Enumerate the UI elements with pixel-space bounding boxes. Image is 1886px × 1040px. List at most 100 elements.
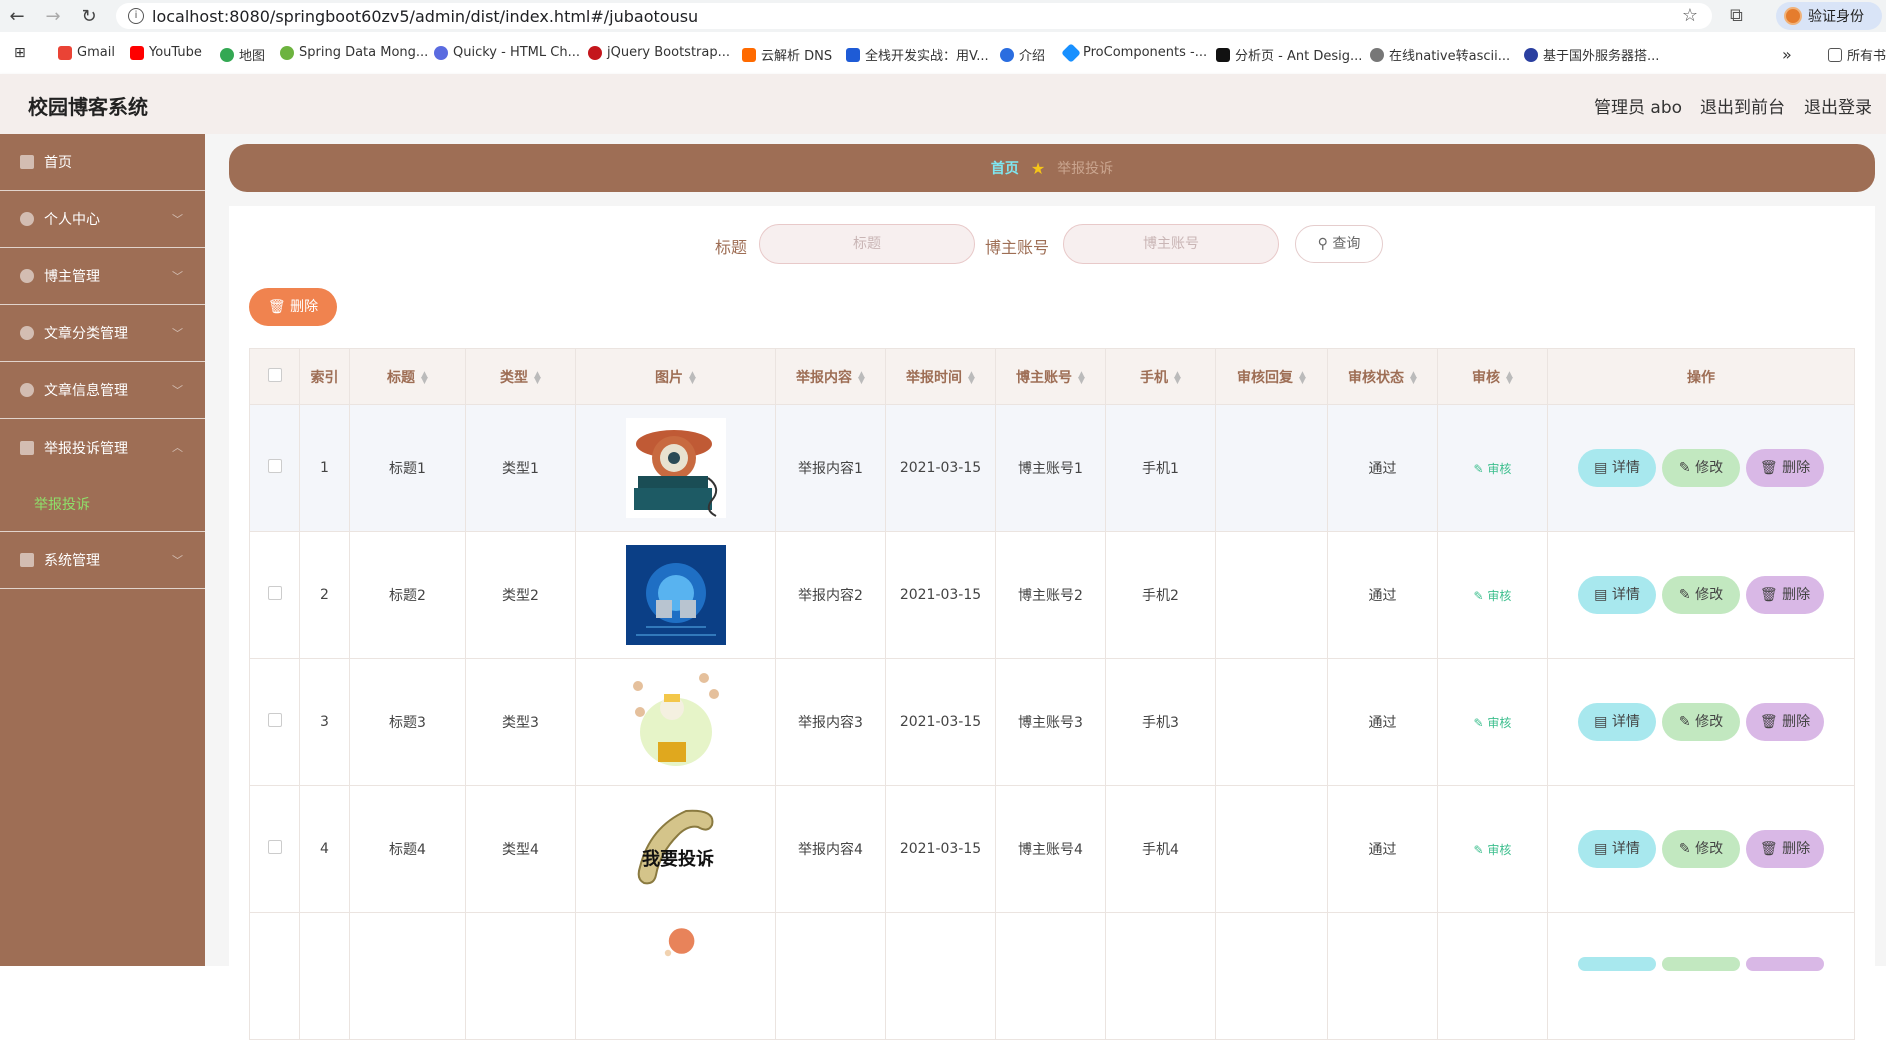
address-bar[interactable]: i localhost:8080/springboot60zv5/admin/d…	[116, 3, 1712, 29]
edit-button[interactable]: ✎ 修改	[1662, 830, 1740, 868]
apps-grid-icon[interactable]: ⊞	[14, 45, 26, 61]
cell-content: 举报内容1	[775, 404, 886, 532]
sidebar-item-home[interactable]: 首页	[0, 134, 205, 191]
cell-index: 4	[299, 785, 350, 913]
sort-icon[interactable]: ▲ ▼	[1299, 370, 1306, 385]
batch-delete-button[interactable]: 🗑 删除	[249, 288, 337, 326]
sidebar-item-article-info[interactable]: 文章信息管理 ﹀	[0, 362, 205, 419]
back-icon[interactable]: ←	[2, 1, 32, 31]
bookmark-item[interactable]: 介绍	[1000, 45, 1045, 64]
cell-audit	[1437, 912, 1548, 1040]
cell-time: 2021-03-15	[885, 785, 996, 913]
col-image[interactable]: 图片 ▲ ▼	[575, 348, 776, 405]
edit-button[interactable]: ✎ 修改	[1662, 703, 1740, 741]
sort-icon[interactable]: ▲ ▼	[968, 370, 975, 385]
forward-icon[interactable]: →	[38, 1, 68, 31]
row-checkbox[interactable]	[267, 713, 282, 727]
col-reply[interactable]: 审核回复 ▲ ▼	[1215, 348, 1328, 405]
bookmark-item[interactable]: 基于国外服务器搭...	[1524, 45, 1659, 64]
col-type[interactable]: 类型 ▲ ▼	[465, 348, 576, 405]
select-all-checkbox[interactable]	[267, 367, 282, 382]
detail-button[interactable]	[1578, 957, 1656, 971]
sidebar-item-personal-center[interactable]: 个人中心 ﹀	[0, 191, 205, 248]
all-bookmarks[interactable]: 所有书	[1828, 45, 1886, 64]
bookmark-item[interactable]: jQuery Bootstrap...	[588, 45, 730, 60]
cell-index: 2	[299, 531, 350, 659]
site-info-icon[interactable]: i	[128, 8, 144, 24]
audit-link[interactable]: ✎ 审核	[1474, 589, 1512, 603]
delete-button[interactable]: 🗑 删除	[1746, 830, 1824, 868]
bookmark-item[interactable]: 地图	[220, 45, 265, 64]
title-input[interactable]: 标题	[759, 224, 975, 264]
extensions-icon[interactable]: ⧉	[1730, 5, 1743, 26]
detail-button[interactable]: ▤ 详情	[1578, 576, 1656, 614]
sidebar-subitem-report[interactable]: 举报投诉	[0, 476, 205, 532]
row-select-cell[interactable]	[249, 404, 300, 532]
row-select-cell[interactable]	[249, 531, 300, 659]
sort-icon[interactable]: ▲ ▼	[1174, 370, 1181, 385]
audit-link[interactable]: ✎ 审核	[1474, 716, 1512, 730]
col-audit[interactable]: 审核 ▲ ▼	[1437, 348, 1548, 405]
delete-button[interactable]: 🗑 删除	[1746, 703, 1824, 741]
edit-button[interactable]	[1662, 957, 1740, 971]
sort-icon[interactable]: ▲ ▼	[1506, 370, 1513, 385]
sort-icon[interactable]: ▲ ▼	[1410, 370, 1417, 385]
delete-button[interactable]	[1746, 957, 1824, 971]
detail-button[interactable]: ▤ 详情	[1578, 703, 1656, 741]
detail-button[interactable]: ▤ 详情	[1578, 830, 1656, 868]
logout-link[interactable]: 退出登录	[1804, 93, 1872, 118]
bookmark-item[interactable]: 云解析 DNS	[742, 45, 832, 64]
query-button[interactable]: ⚲ 查询	[1295, 225, 1383, 263]
row-checkbox[interactable]	[267, 840, 282, 854]
row-select-cell[interactable]	[249, 658, 300, 786]
bookmark-item[interactable]: ProComponents -...	[1061, 42, 1207, 63]
bookmark-item[interactable]: Spring Data Mong...	[280, 45, 428, 60]
sort-icon[interactable]: ▲ ▼	[858, 370, 865, 385]
sort-icon[interactable]: ▲ ▼	[1078, 370, 1085, 385]
more-bookmarks-icon[interactable]: »	[1782, 45, 1792, 64]
bookmark-item[interactable]: Gmail	[58, 45, 115, 60]
delete-button[interactable]: 🗑 删除	[1746, 449, 1824, 487]
breadcrumb-home[interactable]: 首页	[991, 158, 1019, 178]
col-time[interactable]: 举报时间 ▲ ▼	[885, 348, 996, 405]
sort-icon[interactable]: ▲ ▼	[689, 370, 696, 385]
sidebar-item-report[interactable]: 举报投诉管理 ︿	[0, 419, 205, 476]
account-input[interactable]: 博主账号	[1063, 224, 1279, 264]
row-checkbox[interactable]	[267, 459, 282, 473]
cell-index: 1	[299, 404, 350, 532]
sort-icon[interactable]: ▲ ▼	[534, 370, 541, 385]
col-phone[interactable]: 手机 ▲ ▼	[1105, 348, 1216, 405]
sidebar-item-system[interactable]: 系统管理 ﹀	[0, 532, 205, 589]
col-title[interactable]: 标题 ▲ ▼	[349, 348, 466, 405]
col-content[interactable]: 举报内容 ▲ ▼	[775, 348, 886, 405]
exit-to-front-link[interactable]: 退出到前台	[1700, 93, 1785, 118]
cell-audit: ✎ 审核	[1437, 531, 1548, 659]
trash-icon: 🗑	[1759, 841, 1783, 857]
sort-icon[interactable]: ▲ ▼	[421, 370, 428, 385]
col-status[interactable]: 审核状态 ▲ ▼	[1327, 348, 1438, 405]
col-account[interactable]: 博主账号 ▲ ▼	[995, 348, 1106, 405]
row-checkbox[interactable]	[267, 586, 282, 600]
profile-verify-button[interactable]: 验证身份	[1776, 2, 1882, 30]
select-all-cell[interactable]	[249, 348, 300, 405]
audit-link[interactable]: ✎ 审核	[1474, 462, 1512, 476]
row-select-cell[interactable]	[249, 912, 300, 1040]
reload-icon[interactable]: ↻	[74, 1, 104, 31]
cell-title: 标题4	[349, 785, 466, 913]
bookmark-item[interactable]: Quicky - HTML Ch...	[434, 45, 580, 60]
cell-title: 标题3	[349, 658, 466, 786]
bookmark-star-icon[interactable]: ☆	[1682, 5, 1698, 26]
globe-icon	[1370, 47, 1384, 62]
row-select-cell[interactable]	[249, 785, 300, 913]
sidebar-item-article-category[interactable]: 文章分类管理 ﹀	[0, 305, 205, 362]
bookmark-item[interactable]: YouTube	[130, 45, 202, 60]
edit-button[interactable]: ✎ 修改	[1662, 449, 1740, 487]
bookmark-item[interactable]: 分析页 - Ant Desig...	[1216, 45, 1362, 64]
audit-link[interactable]: ✎ 审核	[1474, 843, 1512, 857]
delete-button[interactable]: 🗑 删除	[1746, 576, 1824, 614]
detail-button[interactable]: ▤ 详情	[1578, 449, 1656, 487]
edit-button[interactable]: ✎ 修改	[1662, 576, 1740, 614]
bookmark-item[interactable]: 在线native转ascii...	[1370, 45, 1510, 64]
sidebar-item-blogger[interactable]: 博主管理 ﹀	[0, 248, 205, 305]
bookmark-item[interactable]: 全栈开发实战：用V...	[846, 45, 989, 64]
